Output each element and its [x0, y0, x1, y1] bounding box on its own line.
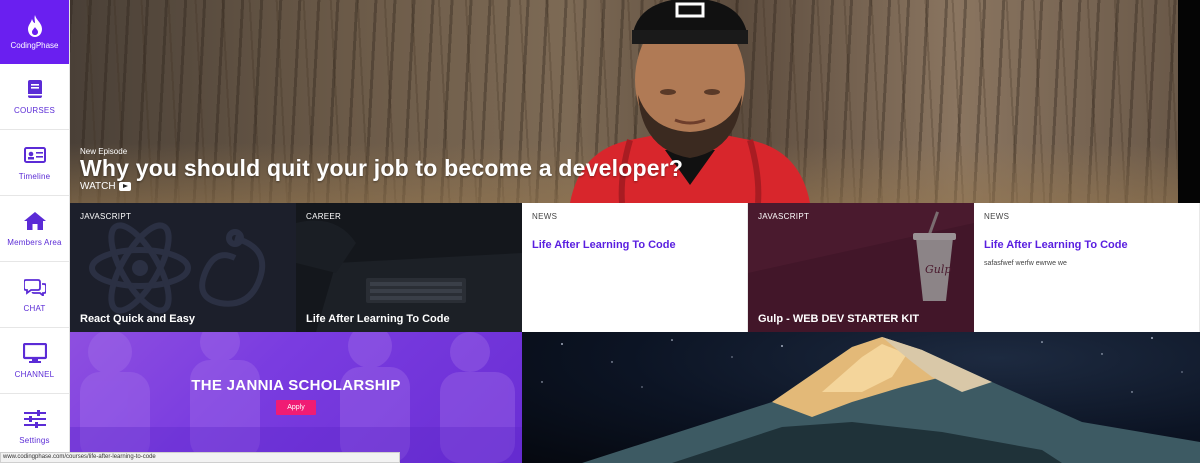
sidebar-item-label: Timeline	[18, 172, 51, 181]
sidebar-item-label: CHAT	[23, 304, 46, 313]
news-card[interactable]: NEWS Life After Learning To Code	[522, 203, 748, 332]
sliders-icon	[23, 408, 47, 430]
card-category: JAVASCRIPT	[758, 212, 810, 221]
sidebar-item-members-area[interactable]: Members Area	[0, 196, 69, 262]
card-category: CAREER	[306, 212, 342, 221]
card-category: NEWS	[984, 212, 1010, 221]
book-icon	[23, 78, 47, 100]
featured-image[interactable]	[522, 332, 1200, 463]
apply-button[interactable]: Apply	[276, 400, 316, 415]
sidebar-item-settings[interactable]: Settings	[0, 394, 69, 460]
status-bar-url: www.codingphase.com/courses/life-after-l…	[0, 452, 400, 463]
id-card-icon	[23, 144, 47, 166]
sidebar-item-label: Settings	[19, 436, 50, 445]
sidebar-item-label: Members Area	[7, 238, 62, 247]
card-title[interactable]: Life After Learning To Code	[306, 313, 450, 325]
hero-title[interactable]: Why you should quit your job to become a…	[80, 155, 683, 182]
sidebar-item-channel[interactable]: CHANNEL	[0, 328, 69, 394]
svg-text:Gulp: Gulp	[925, 263, 951, 276]
monitor-icon	[22, 342, 47, 364]
sidebar-item-label: CHANNEL	[14, 370, 55, 379]
sidebar-item-courses[interactable]: COURSES	[0, 64, 69, 130]
course-card[interactable]: JAVASCRIPT React Quick and Easy	[70, 203, 296, 332]
mountain-night-image	[541, 337, 1200, 463]
news-card[interactable]: NEWS Life After Learning To Code safasfw…	[974, 203, 1200, 332]
watch-label: WATCH	[80, 181, 116, 192]
card-subtitle: safasfwef werfw ewrwe we	[984, 260, 1067, 267]
sidebar-item-label: COURSES	[14, 106, 55, 115]
hero-edge	[1178, 0, 1200, 203]
watch-button[interactable]: WATCH	[80, 181, 131, 192]
react-logo-icon	[89, 222, 266, 314]
students-background-image	[70, 332, 522, 463]
course-card[interactable]: Gulp JAVASCRIPT Gulp - WEB DEV STARTER K…	[748, 203, 974, 332]
card-title[interactable]: Life After Learning To Code	[532, 239, 676, 251]
youtube-icon	[118, 182, 131, 191]
flame-icon	[27, 14, 42, 37]
card-title[interactable]: React Quick and Easy	[80, 313, 195, 325]
card-category: NEWS	[532, 212, 558, 221]
hero-banner[interactable]: New Episode Why you should quit your job…	[70, 0, 1178, 203]
promo-title: THE JANNIA SCHOLARSHIP	[191, 377, 401, 394]
course-card[interactable]: CAREER Life After Learning To Code	[296, 203, 522, 332]
brand-logo[interactable]: CodingPhase	[0, 0, 69, 64]
sidebar-item-chat[interactable]: CHAT	[0, 262, 69, 328]
home-icon	[23, 210, 47, 232]
card-title[interactable]: Gulp - WEB DEV STARTER KIT	[758, 313, 919, 325]
scholarship-banner: THE JANNIA SCHOLARSHIP Apply	[70, 332, 522, 463]
card-title[interactable]: Life After Learning To Code	[984, 239, 1128, 251]
sidebar-item-timeline[interactable]: Timeline	[0, 130, 69, 196]
brand-name: CodingPhase	[10, 40, 59, 50]
sidebar: CodingPhase COURSES Timeline Members Are…	[0, 0, 70, 463]
chat-bubbles-icon	[23, 276, 47, 298]
card-category: JAVASCRIPT	[80, 212, 132, 221]
